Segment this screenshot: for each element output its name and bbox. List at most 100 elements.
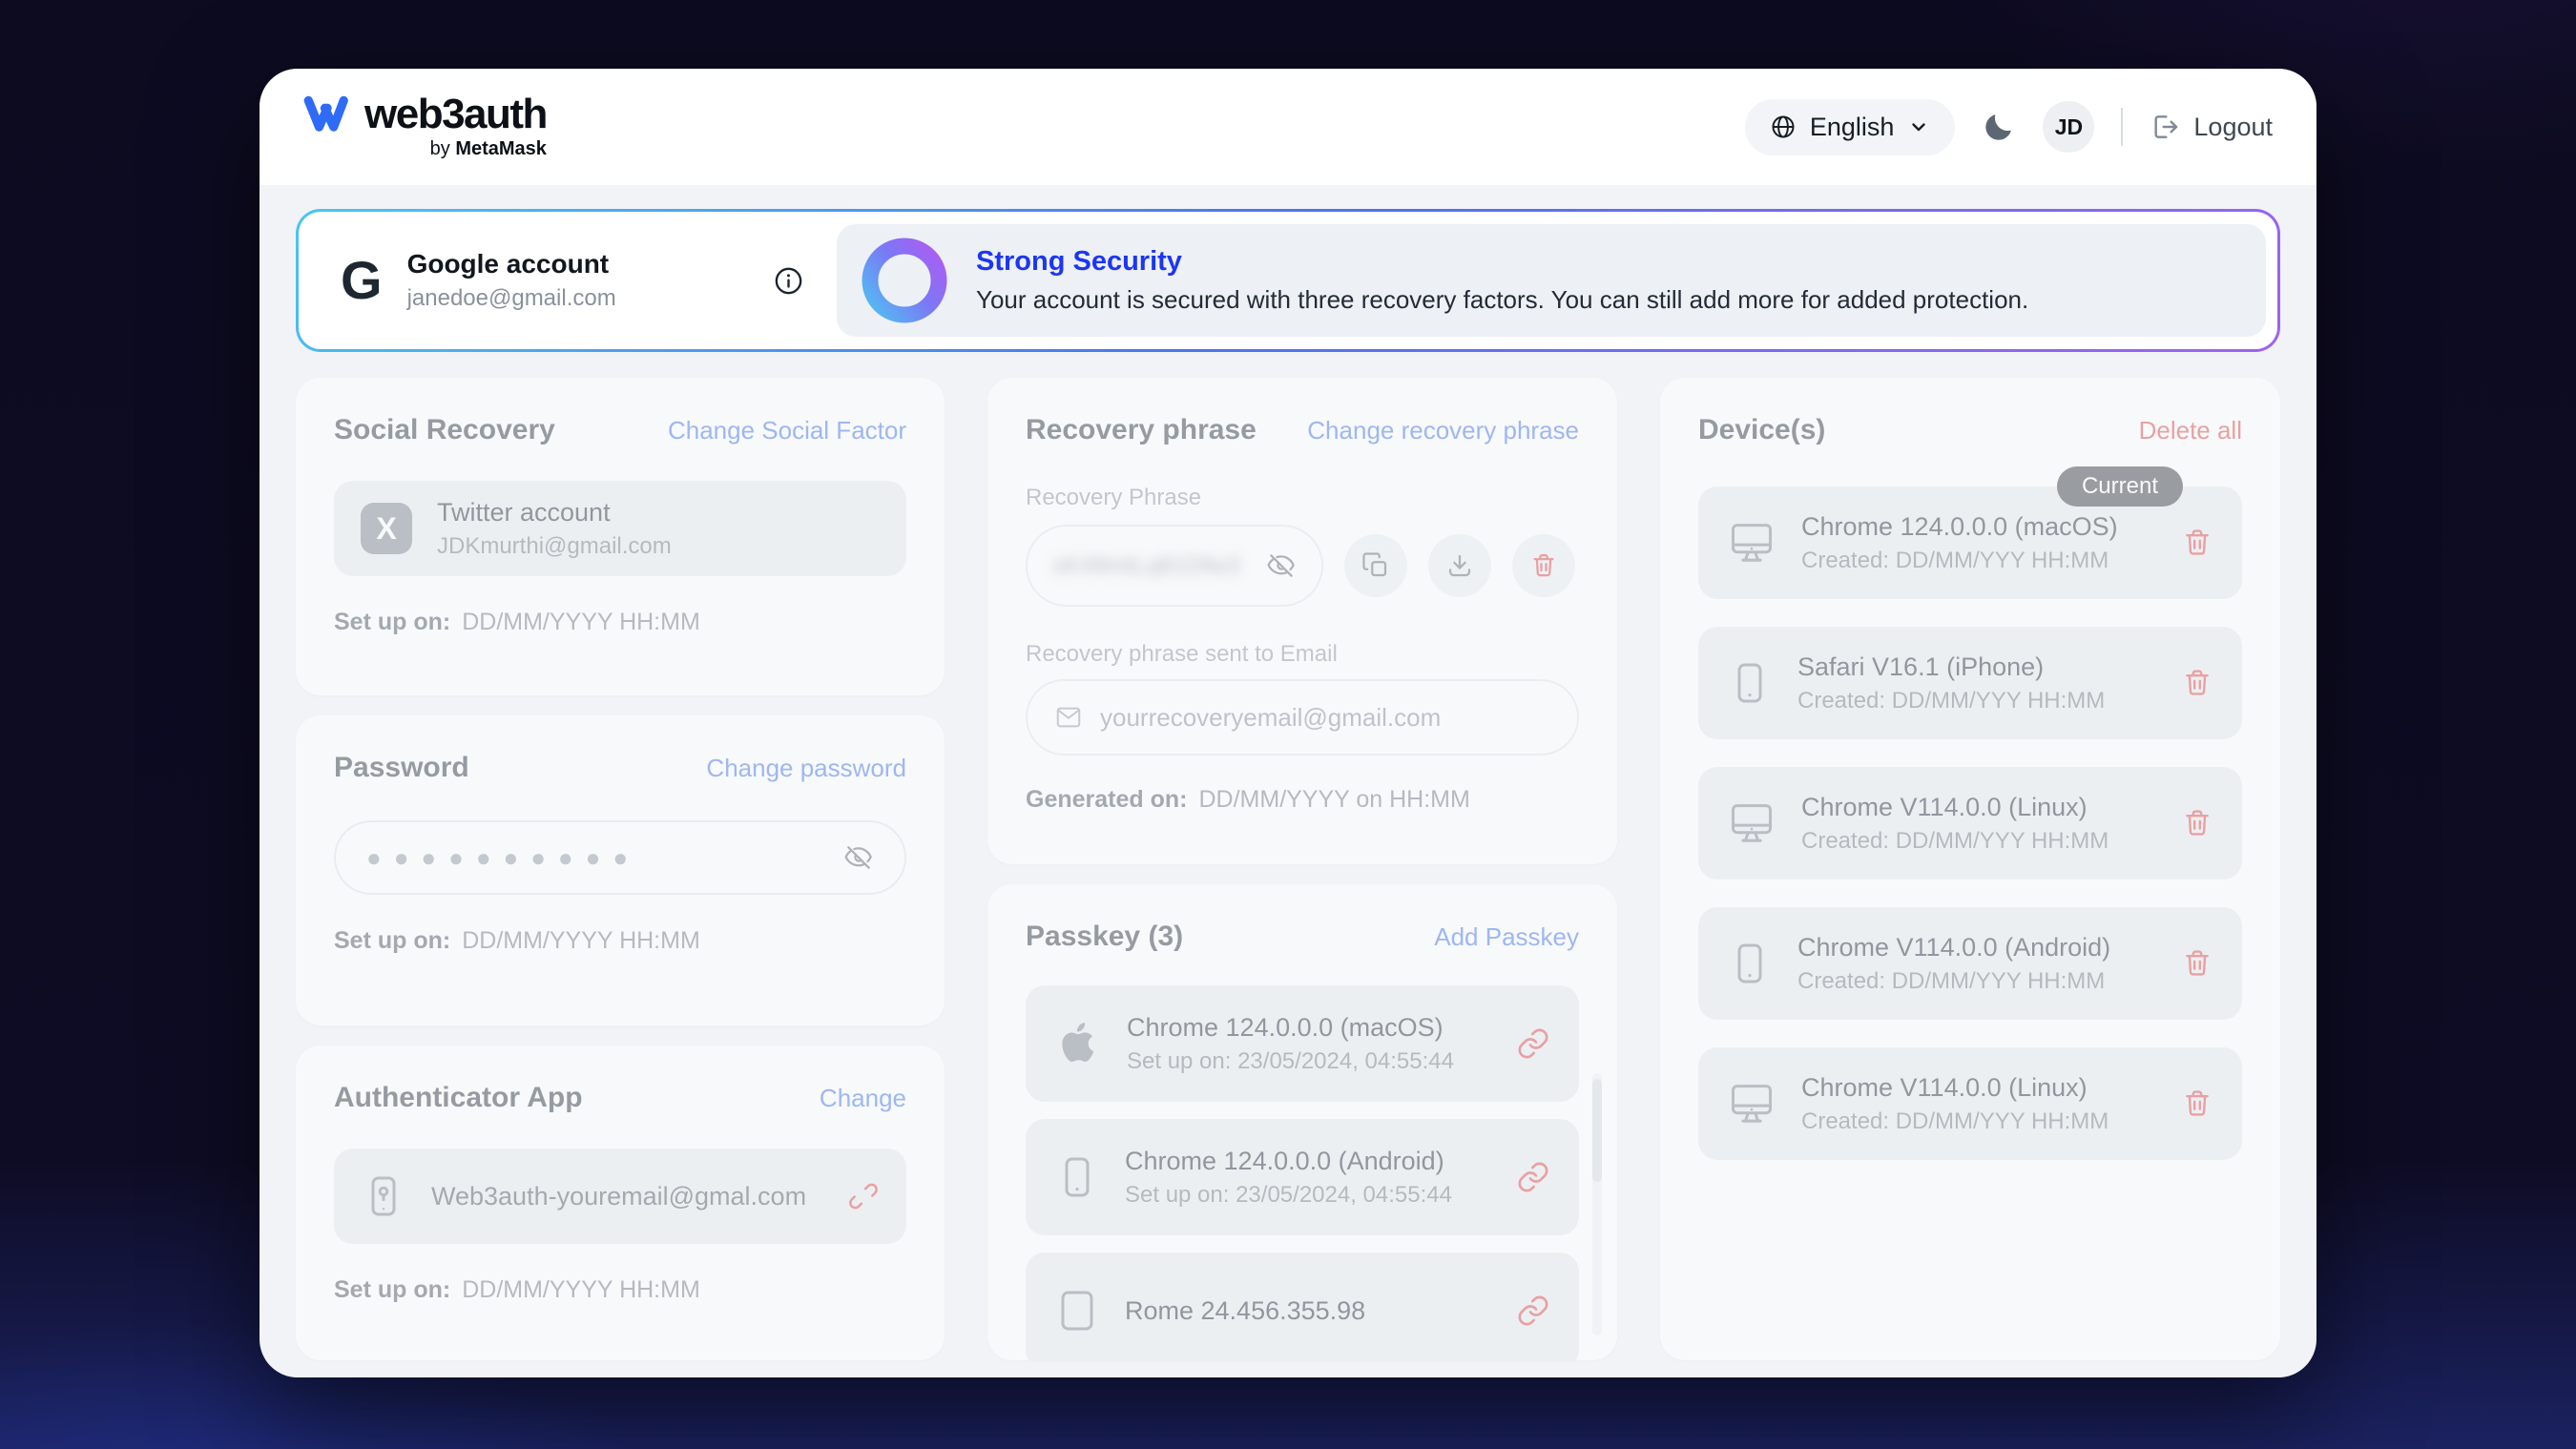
avatar[interactable]: JD (2043, 101, 2094, 153)
phone-icon (1054, 1154, 1100, 1200)
desktop-icon (1727, 1079, 1776, 1128)
setup-value: DD/MM/YYYY HH:MM (462, 927, 700, 955)
change-recovery-phrase-link[interactable]: Change recovery phrase (1307, 416, 1579, 445)
page-background: web3auth by MetaMask English (0, 0, 2576, 1449)
password-title: Password (334, 752, 469, 784)
link-icon[interactable] (1516, 1026, 1550, 1061)
copy-button[interactable] (1344, 534, 1407, 597)
trash-icon[interactable] (2181, 947, 2213, 980)
eye-off-icon[interactable] (843, 842, 874, 873)
device-item: Chrome V114.0.0 (Android) Created: DD/MM… (1698, 907, 2242, 1020)
language-label: English (1810, 113, 1895, 142)
add-passkey-link[interactable]: Add Passkey (1434, 922, 1579, 952)
chevron-down-icon (1907, 115, 1930, 138)
twitter-account-email: JDKmurthi@gmail.com (437, 533, 672, 560)
device-item: Safari V16.1 (iPhone) Created: DD/MM/YYY… (1698, 627, 2242, 739)
twitter-account-tile: X Twitter account JDKmurthi@gmail.com (334, 481, 906, 576)
trash-icon[interactable] (2181, 1087, 2213, 1120)
trash-icon[interactable] (2181, 527, 2213, 559)
download-button[interactable] (1428, 534, 1491, 597)
passkey-name: Rome 24.456.355.98 (1125, 1296, 1365, 1326)
web3auth-logo: web3auth by MetaMask (303, 93, 547, 160)
logout-icon (2150, 112, 2180, 142)
globe-icon (1770, 114, 1797, 140)
setup-label: Set up on: (334, 1276, 450, 1304)
delete-phrase-button[interactable] (1512, 534, 1575, 597)
desktop-icon (1727, 798, 1776, 848)
logout-label: Logout (2193, 113, 2273, 142)
mail-icon (1054, 703, 1083, 732)
trash-icon[interactable] (2181, 667, 2213, 699)
setup-label: Set up on: (334, 609, 450, 636)
devices-card: Device(s) Delete all Current Chrome 124. (1660, 378, 2280, 1360)
authenticator-phone-icon (361, 1173, 406, 1219)
logout-button[interactable]: Logout (2150, 112, 2273, 142)
info-icon[interactable] (773, 265, 804, 297)
content-area: G Google account janedoe@gmail.com Stron… (260, 185, 2316, 1377)
setup-label: Set up on: (334, 927, 450, 955)
delete-all-link[interactable]: Delete all (2139, 416, 2242, 445)
authenticator-account: Web3auth-youremail@gmal.com (431, 1182, 806, 1211)
social-recovery-card: Social Recovery Change Social Factor X T… (296, 378, 945, 695)
phone-icon (1727, 941, 1773, 986)
trash-icon[interactable] (2181, 807, 2213, 839)
passkey-title: Passkey (3) (1026, 921, 1183, 953)
logo-subtitle: by MetaMask (430, 138, 547, 160)
passkey-item: Rome 24.456.355.98 (1026, 1252, 1579, 1360)
setup-value: DD/MM/YYYY HH:MM (462, 1276, 700, 1304)
device-name: Chrome 124.0.0.0 (macOS) (1801, 512, 2118, 542)
change-password-link[interactable]: Change password (706, 754, 906, 783)
link-icon[interactable] (1516, 1160, 1550, 1194)
account-title: Google account (407, 249, 616, 279)
device-created: Created: DD/MM/YYY HH:MM (1797, 688, 2105, 714)
google-icon: G (341, 254, 383, 307)
unlink-icon[interactable] (847, 1180, 880, 1212)
device-item: Chrome V114.0.0 (Linux) Created: DD/MM/Y… (1698, 767, 2242, 880)
recovery-phrase-title: Recovery phrase (1026, 414, 1257, 446)
device-name: Chrome V114.0.0 (Linux) (1801, 1073, 2109, 1103)
password-card: Password Change password ●●●●●●●●●● Set … (296, 715, 945, 1025)
authenticator-title: Authenticator App (334, 1082, 583, 1114)
device-created: Created: DD/MM/YYY HH:MM (1801, 1108, 2109, 1135)
current-device-badge: Current (2057, 466, 2183, 507)
devices-title: Device(s) (1698, 414, 1825, 446)
passkey-list: Chrome 124.0.0.0 (macOS) Set up on: 23/0… (1026, 985, 1579, 1360)
passkey-setup: Set up on: 23/05/2024, 04:55:44 (1125, 1182, 1452, 1209)
logo-wordmark: web3auth (364, 93, 547, 135)
recovery-phrase-label: Recovery Phrase (1026, 485, 1579, 511)
link-icon[interactable] (1516, 1294, 1550, 1328)
recovery-email-value: yourrecoveryemail@gmail.com (1100, 703, 1441, 733)
security-status-description: Your account is secured with three recov… (976, 285, 2028, 315)
twitter-account-title: Twitter account (437, 498, 672, 528)
security-banner: G Google account janedoe@gmail.com Stron… (296, 209, 2280, 352)
device-created: Created: DD/MM/YYY HH:MM (1801, 548, 2118, 574)
eye-off-icon[interactable] (1266, 550, 1297, 581)
web3auth-logo-icon (303, 93, 351, 137)
recovery-phrase-input[interactable]: xK49mtLq81Dfw3 (1026, 525, 1323, 607)
passkey-scrollbar-thumb[interactable] (1592, 1079, 1602, 1182)
recovery-phrase-masked: xK49mtLq81Dfw3 (1052, 552, 1240, 580)
security-status-panel: Strong Security Your account is secured … (837, 224, 2266, 337)
generated-label: Generated on: (1026, 786, 1187, 814)
device-item: Current Chrome 124.0.0.0 (macOS) Created… (1698, 486, 2242, 599)
security-ring-icon (860, 236, 949, 325)
recovery-email-label: Recovery phrase sent to Email (1026, 641, 1579, 668)
social-recovery-title: Social Recovery (334, 414, 555, 446)
password-input[interactable]: ●●●●●●●●●● (334, 820, 906, 895)
change-authenticator-link[interactable]: Change (820, 1084, 906, 1113)
moon-icon[interactable] (1982, 110, 2016, 144)
language-selector[interactable]: English (1745, 99, 1956, 155)
change-social-factor-link[interactable]: Change Social Factor (668, 416, 906, 445)
phone-icon (1727, 660, 1773, 706)
apple-icon (1054, 1020, 1102, 1067)
app-window: web3auth by MetaMask English (260, 69, 2316, 1377)
device-name: Safari V16.1 (iPhone) (1797, 652, 2105, 682)
connected-account: G Google account janedoe@gmail.com (299, 212, 833, 349)
recovery-email-input[interactable]: yourrecoveryemail@gmail.com (1026, 679, 1579, 756)
setup-value: DD/MM/YYYY HH:MM (462, 609, 700, 636)
desktop-icon (1727, 518, 1776, 568)
passkey-item: Chrome 124.0.0.0 (macOS) Set up on: 23/0… (1026, 985, 1579, 1102)
passkey-card: Passkey (3) Add Passkey Chrome 124.0.0.0… (987, 884, 1617, 1360)
account-email: janedoe@gmail.com (407, 285, 616, 312)
authenticator-card: Authenticator App Change Web3auth-yourem… (296, 1045, 945, 1360)
